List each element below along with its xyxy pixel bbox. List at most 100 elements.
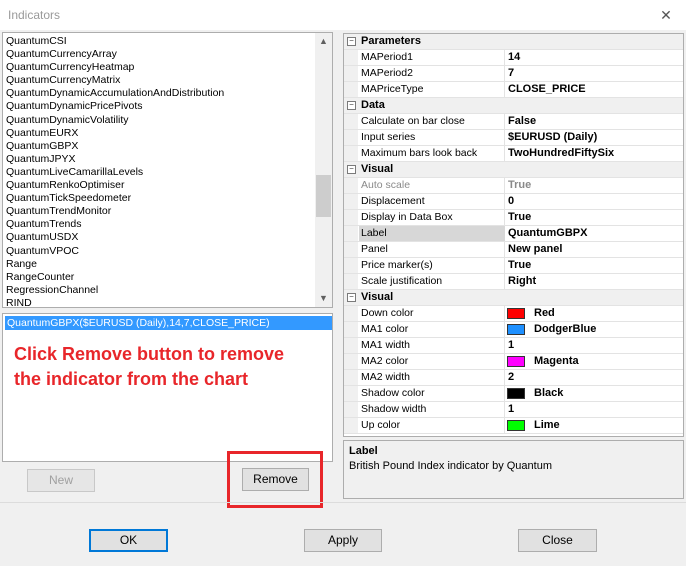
apply-button[interactable]: Apply [304,529,382,552]
column-separator [504,274,505,289]
property-row[interactable]: MAPriceType CLOSE_PRICE [344,82,683,98]
scrollbar-thumb[interactable] [316,175,331,217]
property-row[interactable]: Down color Red [344,306,683,322]
property-row[interactable]: Label QuantumGBPX [344,226,683,242]
property-row[interactable]: Display in Data Box True [344,210,683,226]
property-value[interactable]: New panel [508,243,562,255]
property-value[interactable]: $EURUSD (Daily) [508,131,597,143]
category-data[interactable]: − Data [344,98,683,114]
list-item[interactable]: QuantumTrendMonitor [3,205,317,218]
property-value[interactable]: Black [534,387,563,399]
collapse-icon[interactable]: − [347,293,356,302]
remove-button[interactable]: Remove [242,468,309,491]
list-item[interactable]: QuantumCurrencyMatrix [3,74,317,87]
row-gutter [344,114,358,129]
property-row[interactable]: MA1 color DodgerBlue [344,322,683,338]
category-visual[interactable]: − Visual [344,162,683,178]
list-item[interactable]: QuantumDynamicVolatility [3,114,317,127]
list-item[interactable]: QuantumDynamicPricePivots [3,100,317,113]
property-row[interactable]: Shadow width 1 [344,402,683,418]
property-value[interactable]: Lime [534,419,560,431]
property-row[interactable]: Calculate on bar close False [344,114,683,130]
indicator-list-items: QuantumCSI QuantumCurrencyArray QuantumCur… [3,35,317,307]
property-row[interactable]: Scale justification Right [344,274,683,290]
list-item[interactable]: QuantumVPOC [3,245,317,258]
properties-grid[interactable]: − Parameters MAPeriod1 14 MAPeriod2 7 MAPriceT… [343,33,684,437]
category-parameters[interactable]: − Parameters [344,34,683,50]
property-row[interactable]: MA2 width 2 [344,370,683,386]
property-value[interactable]: QuantumGBPX [508,227,587,239]
color-swatch [507,356,525,367]
list-item[interactable]: QuantumTickSpeedometer [3,192,317,205]
property-name: Up color [361,419,401,431]
applied-indicator-item[interactable]: QuantumGBPX($EURUSD (Daily),14,7,CLOSE_P… [5,316,332,330]
property-row[interactable]: MAPeriod2 7 [344,66,683,82]
row-gutter [344,66,358,81]
column-separator [504,306,505,321]
property-value[interactable]: 1 [508,403,514,415]
list-item[interactable]: QuantumJPYX [3,153,317,166]
row-gutter [344,274,358,289]
list-item[interactable]: RegressionChannel [3,284,317,297]
collapse-icon[interactable]: − [347,165,356,174]
list-item[interactable]: QuantumGBPX [3,140,317,153]
row-gutter [344,370,358,385]
list-item[interactable]: QuantumTrends [3,218,317,231]
property-row[interactable]: MA1 width 1 [344,338,683,354]
list-item[interactable]: RIND [3,297,317,307]
property-value[interactable]: 0 [508,195,514,207]
property-name: Displacement [361,195,425,207]
property-row[interactable]: Panel New panel [344,242,683,258]
row-gutter [344,402,358,417]
scroll-down-icon[interactable]: ▼ [315,290,332,307]
list-item[interactable]: RangeCounter [3,271,317,284]
list-item[interactable]: Range [3,258,317,271]
property-row[interactable]: Up color Lime [344,418,683,434]
row-gutter [344,82,358,97]
close-icon[interactable]: ✕ [656,5,676,25]
property-row[interactable]: Displacement 0 [344,194,683,210]
list-item[interactable]: QuantumUSDX [3,231,317,244]
property-row[interactable]: Auto scale True [344,178,683,194]
indicator-list[interactable]: QuantumCSI QuantumCurrencyArray QuantumCur… [2,32,333,308]
list-item[interactable]: QuantumDynamicAccumulationAndDistributio… [3,87,317,100]
property-value[interactable]: True [508,211,531,223]
color-swatch [507,308,525,319]
collapse-icon[interactable]: − [347,37,356,46]
property-row[interactable]: Shadow color Black [344,386,683,402]
property-value[interactable]: 1 [508,339,514,351]
list-item[interactable]: QuantumCurrencyHeatmap [3,61,317,74]
list-item[interactable]: QuantumRenkoOptimiser [3,179,317,192]
property-row[interactable]: Price marker(s) True [344,258,683,274]
close-button[interactable]: Close [518,529,597,552]
property-row[interactable]: Maximum bars look back TwoHundredFiftySix [344,146,683,162]
property-value[interactable]: Right [508,275,536,287]
indicator-list-scrollbar[interactable]: ▲ ▼ [315,33,332,307]
property-name: MAPeriod2 [361,67,413,79]
property-value[interactable]: Magenta [534,355,579,367]
property-value[interactable]: 14 [508,51,520,63]
column-separator [504,242,505,257]
property-value[interactable]: CLOSE_PRICE [508,83,586,95]
property-value[interactable]: DodgerBlue [534,323,596,335]
category-visual2[interactable]: − Visual [344,290,683,306]
property-row[interactable]: Input series $EURUSD (Daily) [344,130,683,146]
scroll-up-icon[interactable]: ▲ [315,33,332,50]
property-value[interactable]: True [508,259,531,271]
property-value[interactable]: 7 [508,67,514,79]
list-item[interactable]: QuantumCurrencyArray [3,48,317,61]
property-value[interactable]: True [508,179,531,191]
column-separator [504,130,505,145]
property-row[interactable]: MA2 color Magenta [344,354,683,370]
list-item[interactable]: QuantumCSI [3,35,317,48]
property-value[interactable]: Red [534,307,555,319]
property-value[interactable]: 2 [508,371,514,383]
ok-button[interactable]: OK [89,529,168,552]
collapse-icon[interactable]: − [347,101,356,110]
property-value[interactable]: False [508,115,536,127]
list-item[interactable]: QuantumEURX [3,127,317,140]
new-button[interactable]: New [27,469,95,492]
property-value[interactable]: TwoHundredFiftySix [508,147,614,159]
list-item[interactable]: QuantumLiveCamarillaLevels [3,166,317,179]
property-row[interactable]: MAPeriod1 14 [344,50,683,66]
